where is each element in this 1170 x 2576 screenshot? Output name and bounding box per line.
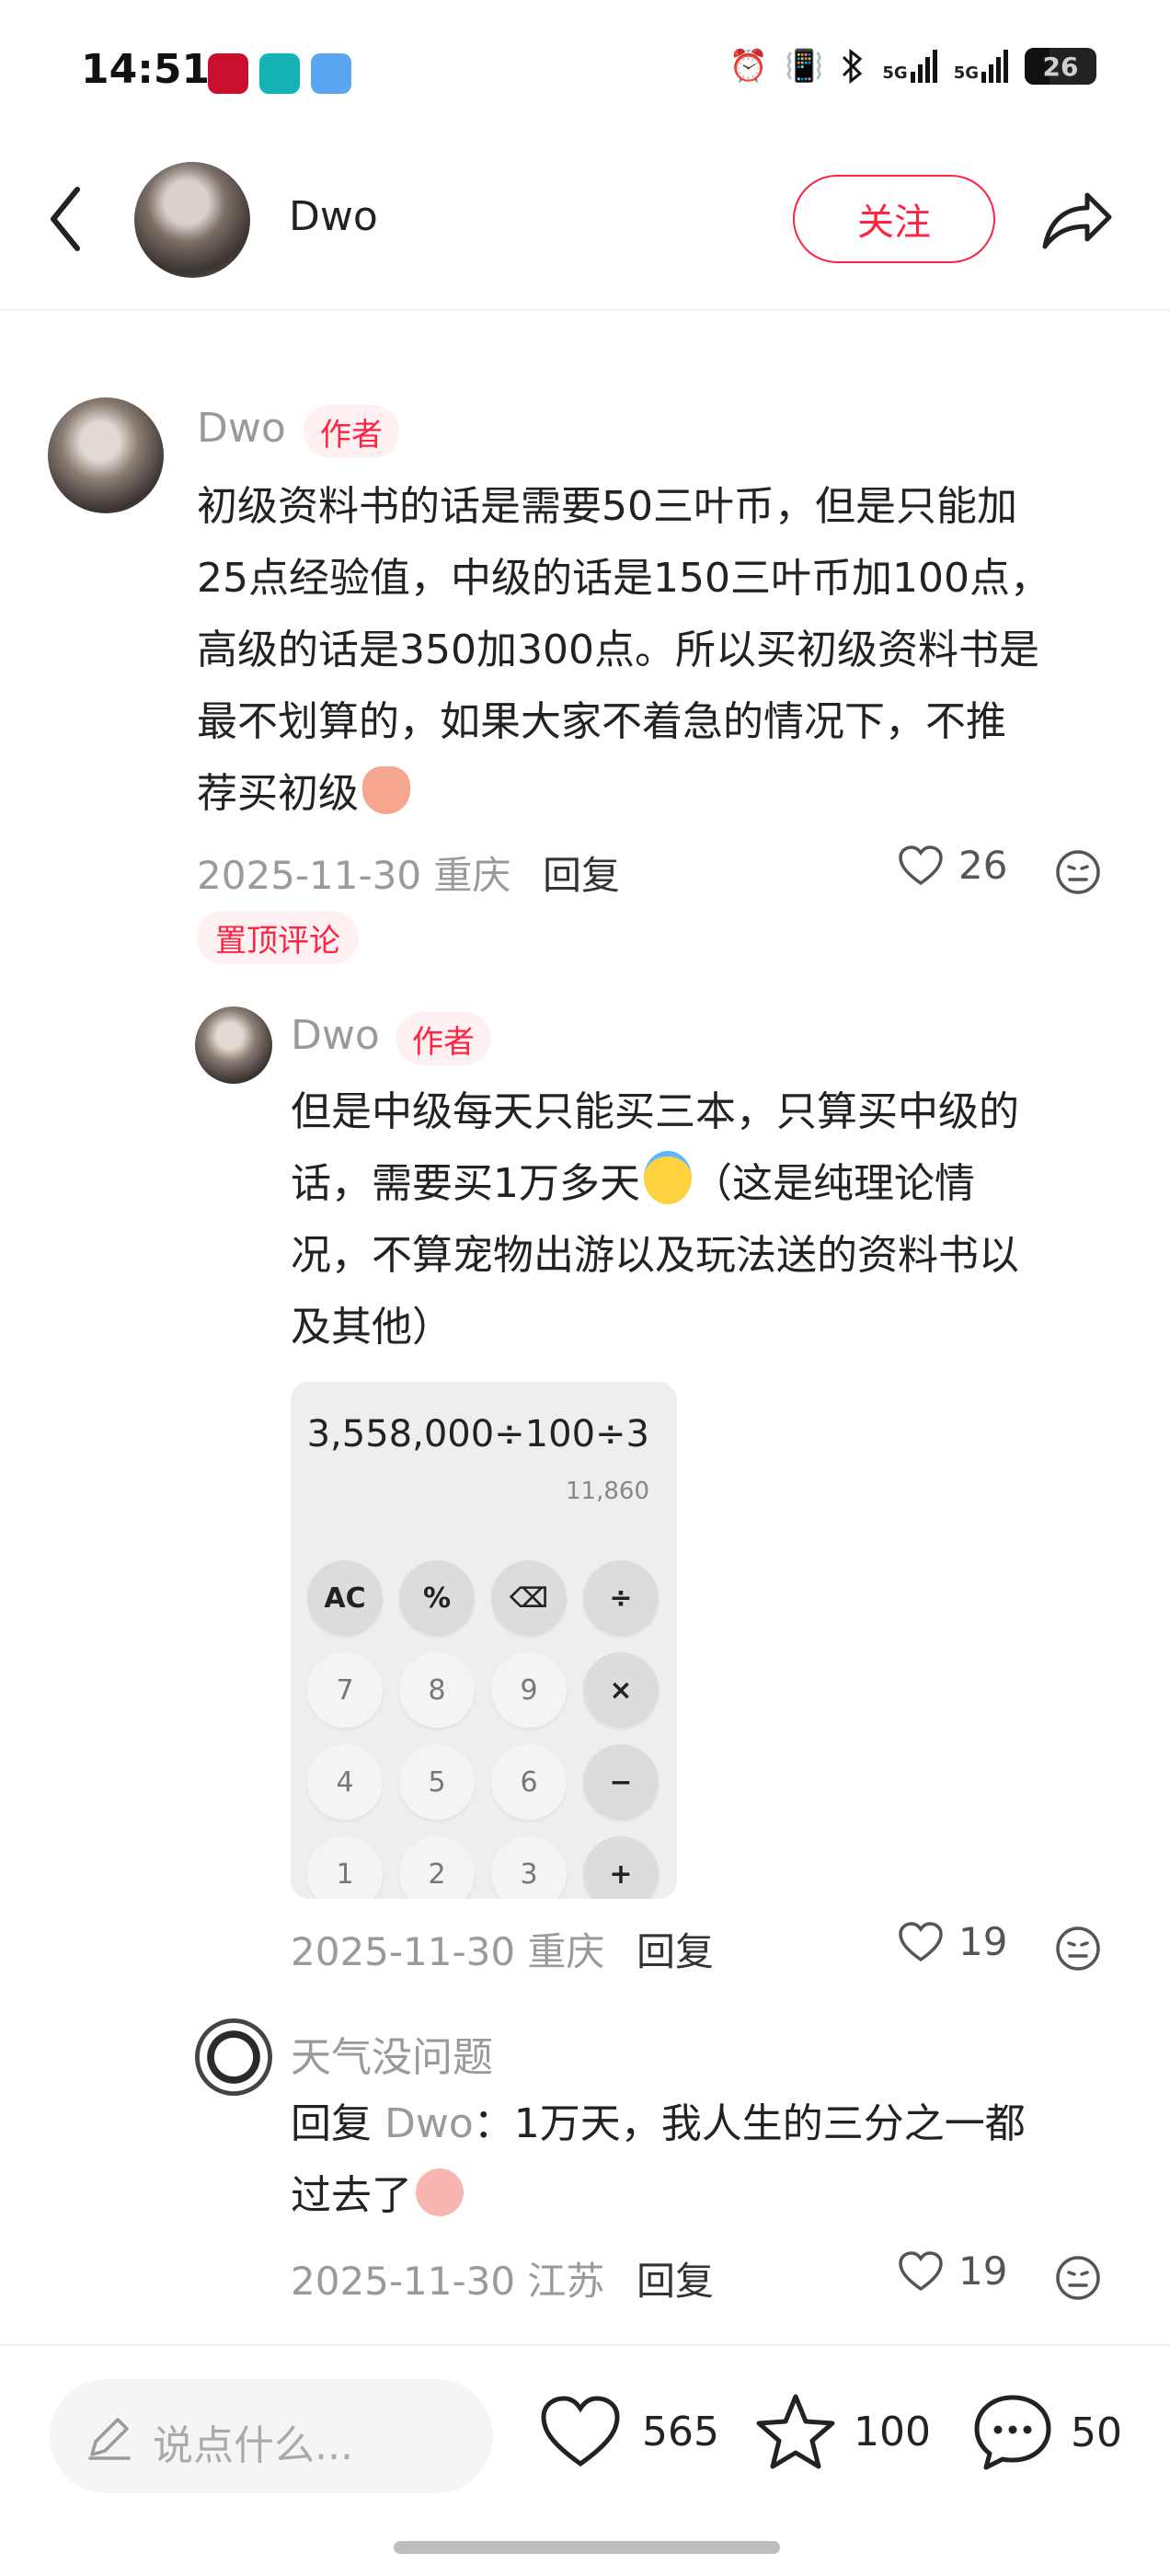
heart-icon bbox=[899, 1921, 943, 1961]
calc-key-plus: + bbox=[583, 1836, 659, 1899]
author-avatar[interactable] bbox=[134, 162, 250, 278]
calc-key-7: 7 bbox=[307, 1652, 383, 1728]
post-collect-button[interactable]: 100 bbox=[754, 2392, 931, 2471]
follow-button[interactable]: 关注 bbox=[793, 175, 995, 263]
calc-key-9: 9 bbox=[491, 1652, 567, 1728]
comment-line: 25点经验值，中级的话是150三叶币加100点， bbox=[197, 555, 1050, 602]
emoji-reaction-icon[interactable] bbox=[1054, 848, 1102, 896]
status-time: 14:51 bbox=[81, 46, 211, 93]
calc-key-ac: AC bbox=[307, 1560, 383, 1636]
calc-key-backspace: ⌫ bbox=[491, 1560, 567, 1636]
emoji-reaction-icon[interactable] bbox=[1054, 2254, 1102, 2302]
post-comment-button[interactable]: 50 bbox=[971, 2392, 1122, 2473]
reply-avatar[interactable] bbox=[195, 1006, 272, 1084]
calc-result: 11,860 bbox=[566, 1478, 649, 1505]
reply-avatar[interactable] bbox=[195, 2018, 272, 2096]
boss-app-icon bbox=[259, 53, 300, 94]
weather-app-icon bbox=[311, 53, 351, 94]
share-icon[interactable] bbox=[1038, 180, 1115, 258]
signal-icon: 5G bbox=[954, 50, 1008, 83]
network-type: 5G bbox=[882, 63, 908, 83]
reply-like-button[interactable]: 19 bbox=[898, 1919, 1007, 1964]
bank-app-icon bbox=[208, 53, 248, 94]
calc-key-6: 6 bbox=[491, 1744, 567, 1820]
reply-like-button[interactable]: 19 bbox=[898, 2248, 1007, 2294]
pencil-icon bbox=[88, 2418, 131, 2460]
like-total: 565 bbox=[642, 2408, 719, 2455]
signal-icon: 5G bbox=[882, 50, 937, 83]
reply-author-name[interactable]: 天气没问题 bbox=[291, 2024, 493, 2083]
home-indicator[interactable] bbox=[394, 2541, 780, 2554]
like-count: 19 bbox=[958, 2248, 1008, 2294]
comment-line: 最不划算的，如果大家不着急的情况下，不推 bbox=[197, 698, 1006, 745]
comment-bubble-icon bbox=[974, 2395, 1051, 2470]
calc-key-minus: − bbox=[583, 1744, 659, 1820]
calc-key-3: 3 bbox=[491, 1836, 567, 1899]
reply-button[interactable]: 回复 bbox=[637, 1921, 714, 1977]
like-count: 19 bbox=[958, 1919, 1008, 1964]
author-badge: 作者 bbox=[304, 405, 399, 458]
author-badge: 作者 bbox=[396, 1012, 491, 1065]
comment-line: 荐买初级 bbox=[197, 770, 359, 817]
calc-key-percent: % bbox=[399, 1560, 475, 1636]
calc-key-5: 5 bbox=[399, 1744, 475, 1820]
heart-icon bbox=[541, 2396, 620, 2467]
bluetooth-icon bbox=[843, 48, 863, 85]
reply-target-user[interactable]: Dwo bbox=[384, 2100, 474, 2147]
star-icon bbox=[756, 2394, 835, 2469]
author-name[interactable]: Dwo bbox=[289, 193, 378, 240]
comment-author-name[interactable]: Dwo bbox=[197, 405, 286, 452]
battery-icon: 26 bbox=[1025, 48, 1096, 85]
pinned-badge: 置顶评论 bbox=[197, 911, 359, 964]
smiling-halo-emoji bbox=[644, 1151, 692, 1204]
status-icons: ⏰ 📳 5G 5G 26 bbox=[729, 48, 1096, 85]
calculator-image[interactable]: 3,558,000÷100÷3 11,860 AC % ⌫ ÷ 7 8 9 × … bbox=[291, 1382, 677, 1899]
comment-line: 过去了 bbox=[291, 2172, 412, 2219]
comment-avatar[interactable] bbox=[48, 397, 164, 513]
reply-button[interactable]: 回复 bbox=[637, 2250, 714, 2306]
collect-total: 100 bbox=[854, 2408, 931, 2455]
calc-key-2: 2 bbox=[399, 1836, 475, 1899]
comment-line: 初级资料书的话是需要50三叶币，但是只能加 bbox=[197, 483, 1017, 530]
back-icon[interactable] bbox=[44, 182, 90, 256]
reply-date-location: 2025-11-30 江苏 bbox=[291, 2259, 605, 2304]
comment-date-location: 2025-11-30 重庆 bbox=[197, 853, 511, 898]
emoji-reaction-icon[interactable] bbox=[1054, 1925, 1102, 1972]
comment-line: 话，需要买1万多天 bbox=[291, 1160, 640, 1207]
alarm-icon: ⏰ bbox=[728, 48, 769, 85]
calc-key-8: 8 bbox=[399, 1652, 475, 1728]
comment-line: （这是纯理论情 bbox=[692, 1160, 975, 1207]
comment-text: 初级资料书的话是需要50三叶币，但是只能加 25点经验值，中级的话是150三叶币… bbox=[197, 471, 1126, 830]
vibrate-icon: 📳 bbox=[785, 48, 824, 85]
heart-icon bbox=[899, 845, 943, 885]
comment-line: 及其他） bbox=[291, 1304, 453, 1351]
calc-key-1: 1 bbox=[307, 1836, 383, 1899]
calc-expression: 3,558,000÷100÷3 bbox=[306, 1413, 649, 1455]
comment-input-placeholder: 说点什么... bbox=[153, 2422, 353, 2469]
comment-line: 况，不算宠物出游以及玩法送的资料书以 bbox=[291, 1232, 1019, 1279]
calc-key-4: 4 bbox=[307, 1744, 383, 1820]
network-type: 5G bbox=[953, 63, 979, 83]
like-count: 26 bbox=[958, 843, 1008, 888]
calc-key-divide: ÷ bbox=[583, 1560, 659, 1636]
comment-line: 高级的话是350加300点。所以买初级资料书是 bbox=[197, 627, 1039, 673]
comment-like-button[interactable]: 26 bbox=[898, 843, 1007, 888]
comment-line: 但是中级每天只能买三本，只算买中级的 bbox=[291, 1088, 1019, 1135]
post-like-button[interactable]: 565 bbox=[539, 2394, 719, 2469]
reply-text: 回复 Dwo：1万天，我人生的三分之一都 过去了 bbox=[291, 2088, 1137, 2232]
reply-prefix: 回复 bbox=[291, 2100, 372, 2147]
calc-key-multiply: × bbox=[583, 1652, 659, 1728]
heart-icon bbox=[899, 2250, 943, 2291]
reply-text: 但是中级每天只能买三本，只算买中级的 话，需要买1万多天 （这是纯理论情 况，不算… bbox=[291, 1076, 1137, 1363]
praying-hands-emoji bbox=[362, 766, 410, 814]
reply-button[interactable]: 回复 bbox=[543, 845, 620, 901]
header-divider bbox=[0, 309, 1170, 311]
peach-face-emoji bbox=[416, 2168, 464, 2216]
reply-date-location: 2025-11-30 重庆 bbox=[291, 1929, 605, 1974]
reply-author-name[interactable]: Dwo bbox=[291, 1012, 380, 1059]
bottom-divider bbox=[0, 2344, 1170, 2346]
comment-line: ：1万天，我人生的三分之一都 bbox=[473, 2100, 1026, 2147]
comment-total: 50 bbox=[1071, 2409, 1122, 2456]
battery-level: 26 bbox=[1042, 51, 1079, 82]
